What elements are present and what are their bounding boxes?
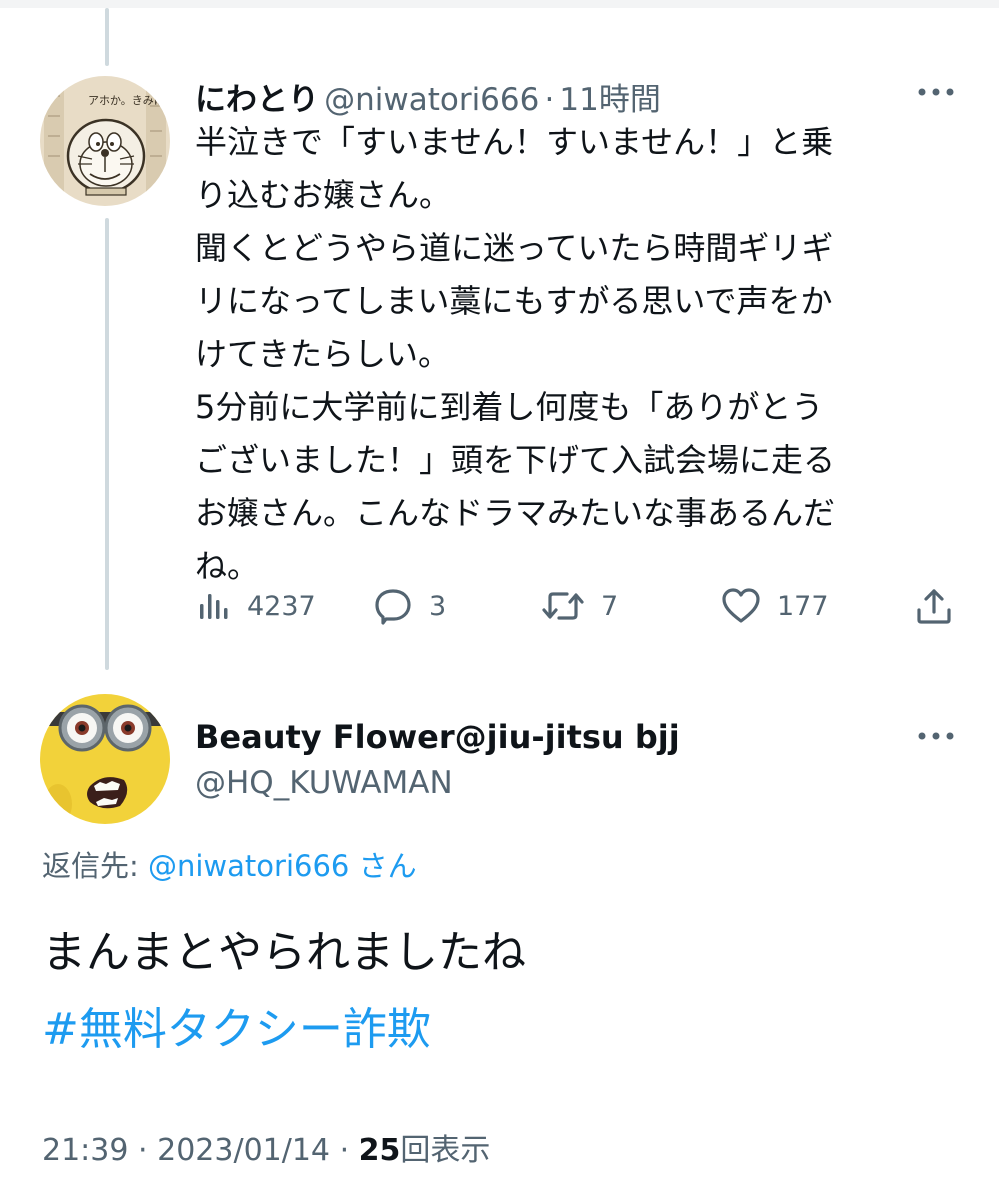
- tweet-text-line: り込むお嬢さん。: [195, 176, 452, 214]
- bar-chart-icon: [200, 594, 228, 619]
- more-dots-icon[interactable]: [916, 728, 956, 744]
- post-date[interactable]: 2023/01/14: [157, 1133, 330, 1168]
- mention-link[interactable]: @niwatori666: [148, 849, 349, 883]
- tweet-text-line: お嬢さん。こんなドラマみたいな事あるんだ: [195, 494, 836, 532]
- separator-dot: ·: [339, 1133, 350, 1168]
- minion-avatar-image: [40, 694, 170, 824]
- retweet-button[interactable]: 7: [541, 584, 618, 628]
- hashtag-link[interactable]: #無料タクシー詐欺: [42, 993, 431, 1057]
- avatar[interactable]: [40, 694, 170, 824]
- post-time[interactable]: 21:39: [42, 1133, 128, 1168]
- tweet-metadata: 21:39 · 2023/01/14 · 25回表示: [42, 1125, 490, 1169]
- views-label: 回表示: [400, 1133, 491, 1168]
- thread-connector: [105, 218, 109, 670]
- tweet-text-line: 5分前に大学前に到着し何度も「ありがとう: [195, 388, 824, 426]
- like-button[interactable]: 177: [721, 584, 829, 628]
- share-icon: [917, 589, 951, 624]
- views-button[interactable]: 4237: [195, 584, 316, 628]
- reply-button[interactable]: 3: [373, 584, 446, 628]
- tweet-header: にわとり @niwatori666 · 11時間: [195, 74, 661, 119]
- views-count: 4237: [247, 590, 316, 622]
- replying-to: 返信先: @niwatori666 さん: [42, 843, 417, 885]
- thread-connector-top: [105, 8, 109, 66]
- top-divider: [0, 0, 999, 8]
- user-handle[interactable]: @niwatori666: [324, 82, 539, 118]
- tweet-text-line: リになってしまい藁にもすがる思いで声をか: [195, 282, 833, 320]
- speech-bubble-icon: [375, 589, 411, 625]
- user-handle[interactable]: @HQ_KUWAMAN: [195, 765, 453, 801]
- like-count: 177: [777, 590, 829, 622]
- timestamp[interactable]: 11時間: [559, 82, 660, 118]
- tweet-text-line: 聞くとどうやら道に迷っていたら時間ギリギ: [195, 229, 834, 267]
- display-name[interactable]: Beauty Flower@jiu-jitsu bjj: [195, 718, 680, 756]
- retweet-icon: [542, 592, 584, 620]
- replying-to-label: 返信先:: [42, 849, 148, 883]
- tweet-body: 半泣きで「すいません！すいません！」と乗 り込むお嬢さん。 聞くとどうやら道に迷…: [195, 116, 935, 593]
- mention-suffix: さん: [358, 849, 417, 883]
- views-count[interactable]: 25: [359, 1133, 401, 1168]
- avatar-speech-text: アホか。きみは。: [88, 94, 170, 107]
- share-button[interactable]: [915, 584, 953, 628]
- manga-avatar-image: アホか。きみは。: [40, 76, 170, 206]
- tweet-text-line: 半泣きで「すいません！すいません！」と乗: [195, 123, 834, 161]
- retweet-count: 7: [601, 590, 619, 622]
- heart-icon: [722, 588, 760, 623]
- reply-count: 3: [429, 590, 447, 622]
- avatar[interactable]: アホか。きみは。: [40, 76, 170, 206]
- tweet-text-line: ございました！」頭を下げて入試会場に走る: [195, 441, 836, 479]
- tweet-text-line: けてきたらしい。: [195, 335, 451, 373]
- tweet-text: まんまとやられましたね: [42, 927, 526, 978]
- separator-dot: ·: [138, 1133, 148, 1168]
- display-name[interactable]: にわとり: [195, 82, 319, 118]
- more-dots-icon[interactable]: [916, 84, 956, 100]
- separator-dot: ·: [544, 82, 555, 118]
- tweet-actions: 4237 3 7 177: [195, 584, 965, 628]
